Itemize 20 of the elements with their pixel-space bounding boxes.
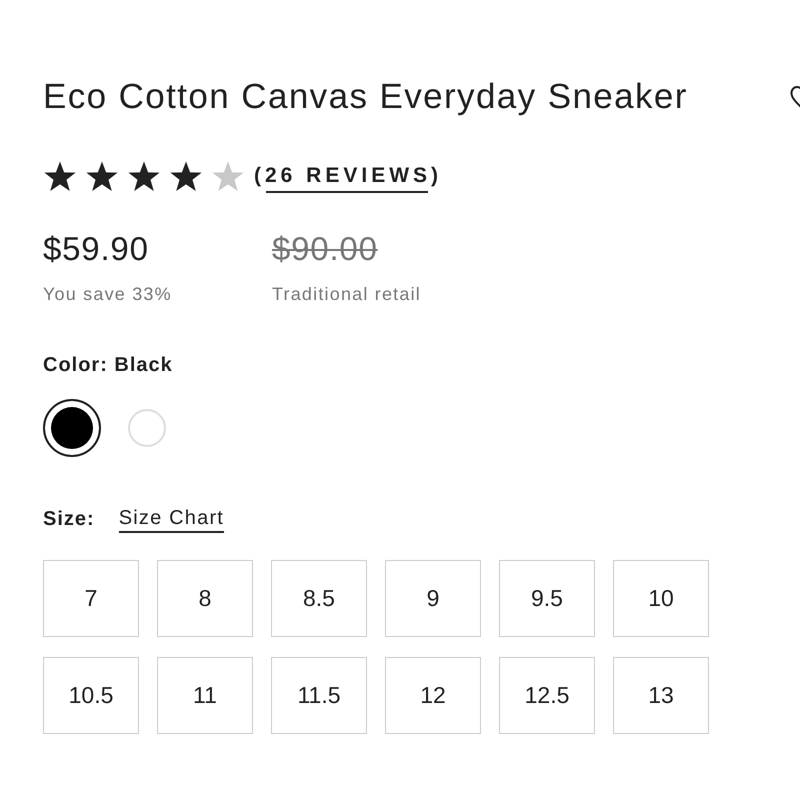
color-label: Color: Black [43,353,173,377]
retail-label: Traditional retail [272,283,421,305]
size-option[interactable]: 7 [43,560,139,637]
size-option[interactable]: 12.5 [499,657,595,734]
savings-text: You save 33% [43,283,172,305]
size-chart-link[interactable]: Size Chart [118,505,224,533]
size-option[interactable]: 10.5 [43,657,139,734]
size-option[interactable]: 10 [613,560,709,637]
size-option[interactable]: 11 [157,657,253,734]
size-option[interactable]: 12 [385,657,481,734]
size-label: Size: [43,507,95,531]
original-price: $90.00 [272,231,378,267]
sale-price: $59.90 [43,231,149,267]
size-option[interactable]: 9.5 [499,560,595,637]
product-title: Eco Cotton Canvas Everyday Sneaker [43,77,688,117]
size-option[interactable]: 13 [613,657,709,734]
size-option[interactable]: 8.5 [271,560,367,637]
size-option[interactable]: 8 [157,560,253,637]
size-option[interactable]: 9 [385,560,481,637]
size-option[interactable]: 11.5 [271,657,367,734]
